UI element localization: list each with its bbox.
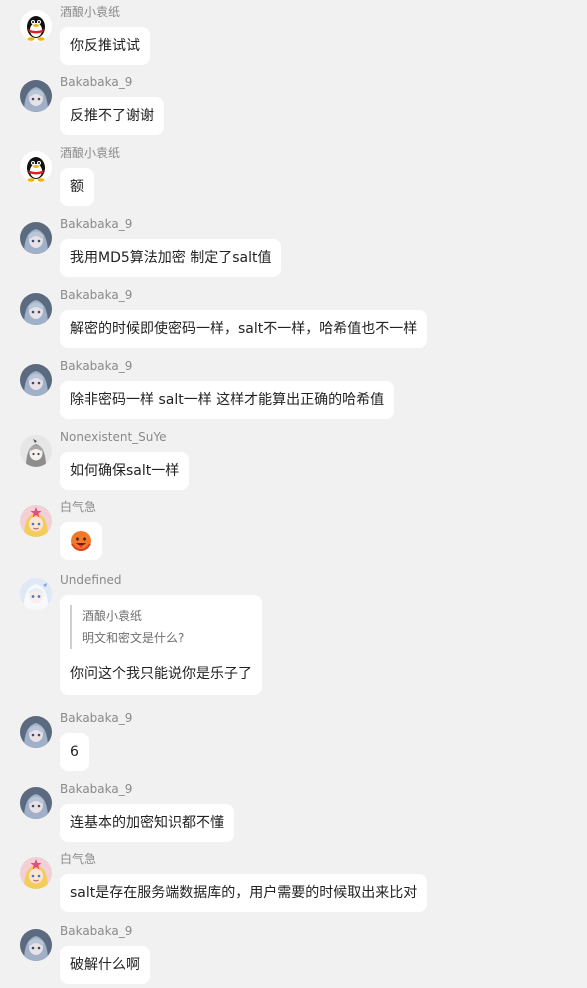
sender-name: Bakabaka_9 — [60, 924, 133, 938]
sender-name: Nonexistent_SuYe — [60, 430, 167, 444]
message-bubble[interactable]: salt是存在服务端数据库的，用户需要的时候取出来比对 — [60, 874, 428, 912]
avatar[interactable] — [20, 929, 52, 961]
avatar[interactable] — [20, 505, 52, 537]
anime-girl-avatar-icon — [20, 293, 52, 325]
message-bubble[interactable]: 解密的时候即使密码一样，salt不一样，哈希值也不一样 — [60, 310, 428, 348]
star-girl-avatar-icon — [20, 857, 52, 889]
message-bubble[interactable]: 连基本的加密知识都不懂 — [60, 804, 234, 842]
anime-girl-avatar-icon — [20, 929, 52, 961]
message-bubble[interactable]: 6 — [60, 733, 89, 771]
anime-girl-avatar-icon — [20, 716, 52, 748]
message-bubble[interactable]: 我用MD5算法加密 制定了salt值 — [60, 239, 282, 277]
sender-name: Bakabaka_9 — [60, 711, 133, 725]
avatar[interactable] — [20, 151, 52, 183]
quoted-author: 酒酿小袁纸 — [82, 609, 143, 623]
message-bubble[interactable]: 如何确保salt一样 — [60, 452, 190, 490]
sender-name: 白气急 — [60, 852, 97, 866]
avatar[interactable] — [20, 578, 52, 610]
avatar[interactable] — [20, 293, 52, 325]
chat-message-list: 酒酿小袁纸 你反推试试 Bakabaka_9 反推不了谢谢 酒酿小袁纸 额 Ba… — [0, 0, 587, 988]
sender-name: 酒酿小袁纸 — [60, 146, 121, 160]
sender-name: 白气急 — [60, 500, 97, 514]
avatar[interactable] — [20, 435, 52, 467]
star-girl-avatar-icon — [20, 505, 52, 537]
sender-name: Bakabaka_9 — [60, 359, 133, 373]
anime-girl-avatar-icon — [20, 787, 52, 819]
sender-name: Undefined — [60, 573, 122, 587]
avatar[interactable] — [20, 716, 52, 748]
sender-name: 酒酿小袁纸 — [60, 5, 121, 19]
avatar[interactable] — [20, 857, 52, 889]
quoted-text: 明文和密文是什么? — [82, 631, 185, 645]
hot-face-emoji-icon — [71, 531, 91, 552]
avatar[interactable] — [20, 364, 52, 396]
anime-girl-avatar-icon — [20, 80, 52, 112]
anime-girl-avatar-icon — [20, 364, 52, 396]
sender-name: Bakabaka_9 — [60, 288, 133, 302]
message-bubble[interactable]: 反推不了谢谢 — [60, 97, 164, 135]
quoted-message[interactable]: 酒酿小袁纸 明文和密文是什么? — [70, 605, 252, 649]
grey-character-avatar-icon — [20, 435, 52, 467]
avatar[interactable] — [20, 222, 52, 254]
qq-penguin-icon — [20, 151, 52, 183]
avatar[interactable] — [20, 10, 52, 42]
sender-name: Bakabaka_9 — [60, 217, 133, 231]
white-hair-girl-avatar-icon — [20, 578, 52, 610]
message-bubble[interactable]: 酒酿小袁纸 明文和密文是什么? 你问这个我只能说你是乐子了 — [60, 595, 262, 695]
message-text: 你问这个我只能说你是乐子了 — [70, 666, 252, 682]
anime-girl-avatar-icon — [20, 222, 52, 254]
sender-name: Bakabaka_9 — [60, 782, 133, 796]
message-bubble[interactable]: 额 — [60, 168, 94, 206]
qq-penguin-icon — [20, 10, 52, 42]
avatar[interactable] — [20, 80, 52, 112]
message-bubble[interactable] — [60, 522, 102, 560]
sender-name: Bakabaka_9 — [60, 75, 133, 89]
avatar[interactable] — [20, 787, 52, 819]
message-bubble[interactable]: 你反推试试 — [60, 27, 150, 65]
message-bubble[interactable]: 破解什么啊 — [60, 946, 150, 984]
message-bubble[interactable]: 除非密码一样 salt一样 这样才能算出正确的哈希值 — [60, 381, 395, 419]
